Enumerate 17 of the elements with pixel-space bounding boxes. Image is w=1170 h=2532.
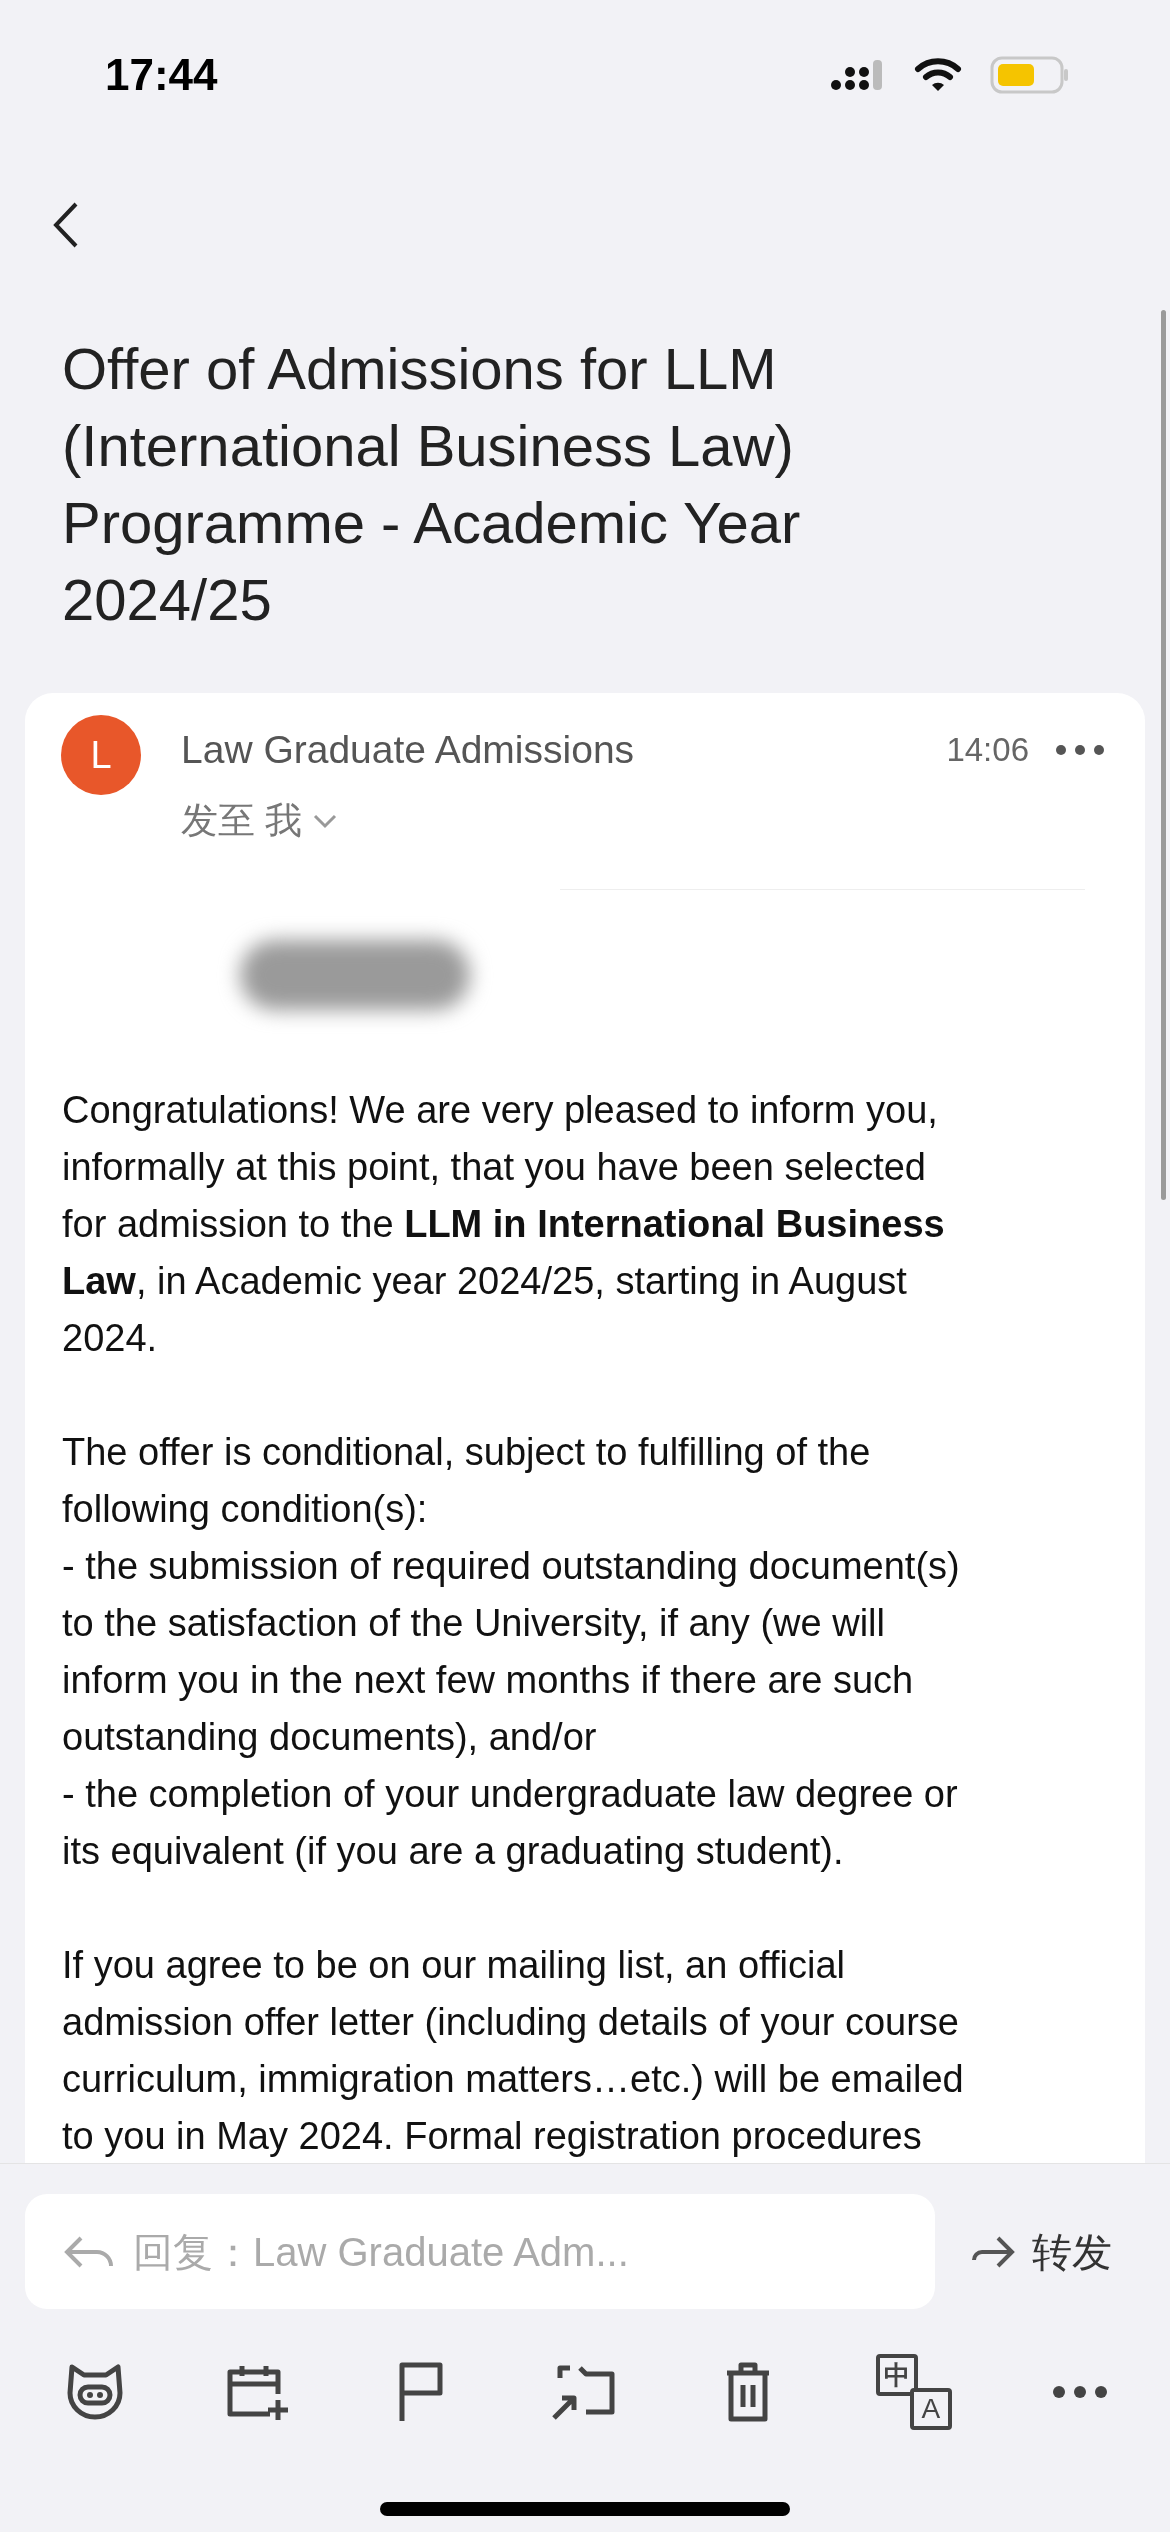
body-paragraph: If you agree to be on our mailing list, an official admission offer letter (including details of your course curriculum, immigration matters…etc.) will be emailed to you in May 2024. Formal registration procedures <box>62 1942 965 2159</box>
message-time: 14:06 <box>946 730 1029 771</box>
sender-avatar: L <box>61 715 141 795</box>
forward-button[interactable]: 转发 <box>970 2221 1112 2282</box>
reply-field[interactable]: 回复：Law Graduate Adm... <box>25 2194 935 2309</box>
body-paragraph: The offer is conditional, subject to fulfilling of the following condition(s): <box>62 1429 872 1532</box>
wifi-icon <box>914 57 962 93</box>
chevron-down-icon <box>312 812 339 829</box>
sender-name: Law Graduate Admissions <box>181 726 635 773</box>
recipient-toggle[interactable]: 发至 我 <box>181 793 339 849</box>
list-item-text: - the submission of required outstanding document(s) to the satisfaction of the University, if any (we will inform you in the next few months if there are such outstanding documents), and/or <box>62 1543 961 1760</box>
status-time: 17:44 <box>105 49 218 101</box>
body-paragraph: Congratulations! We are very pleased to inform you, informally at this point, that you have been selected for admission to the LLM in International Business Law, in Academic year 2024/25, starting in August 2024. <box>62 1087 946 1361</box>
reply-input[interactable]: 回复：Law Graduate Adm... <box>133 2221 935 2282</box>
list-item-text: - the completion of your undergraduate law degree or its equivalent (if you are a graduating student). <box>62 1771 959 1874</box>
battery-icon <box>990 55 1070 95</box>
email-subject: Offer of Admissions for LLM (International Business Law) Programme - Academic Year 2024/25 <box>62 335 802 634</box>
